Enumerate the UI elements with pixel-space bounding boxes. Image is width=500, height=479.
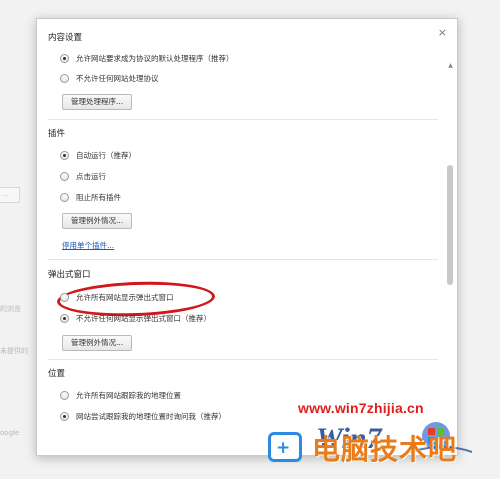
radio-location-ask[interactable]: 网站尝试跟踪我的地理位置时询问我（推荐）	[60, 411, 226, 422]
radio-plugins-auto[interactable]: 自动运行（推荐）	[60, 150, 136, 161]
radio-location-allow[interactable]: 允许所有网站跟踪我的地理位置	[60, 390, 181, 401]
radio-unchecked-icon[interactable]	[60, 74, 69, 83]
radio-unchecked-icon[interactable]	[60, 172, 69, 181]
radio-unchecked-icon[interactable]	[60, 293, 69, 302]
watermark-badge-icon: +	[268, 432, 302, 462]
content-settings-dialog: × ▲ ▼ 内容设置 允许网站要求成为协议的默认处理程序（推荐） 不允许任何网站…	[36, 18, 458, 456]
radio-label: 网站尝试跟踪我的地理位置时询问我（推荐）	[76, 412, 226, 421]
radio-label: 阻止所有插件	[76, 193, 121, 202]
background-text: 的浏览	[0, 305, 21, 313]
radio-unchecked-icon[interactable]	[60, 391, 69, 400]
watermark-site-name: 电脑技术吧	[312, 433, 458, 466]
disable-plugins-link[interactable]: 停用单个插件...	[62, 240, 114, 251]
background-text: oogle	[0, 429, 20, 437]
radio-label: 不允许任何网站处理协议	[76, 74, 159, 83]
manage-plugin-exceptions-button[interactable]: 管理例外情况...	[62, 213, 133, 229]
radio-popups-allow[interactable]: 允许所有网站显示弹出式窗口	[60, 292, 174, 303]
scroll-up-icon[interactable]: ▲	[446, 61, 455, 70]
background-text: 未提供的	[0, 347, 28, 355]
plus-icon: +	[276, 438, 291, 458]
divider	[48, 259, 438, 260]
radio-label: 不允许任何网站显示弹出式窗口（推荐）	[76, 314, 211, 323]
radio-label: 允许网站要求成为协议的默认处理程序（推荐）	[76, 54, 234, 63]
radio-plugins-block[interactable]: 阻止所有插件	[60, 192, 121, 203]
watermark-url: www.win7zhijia.cn	[298, 400, 424, 416]
radio-unchecked-icon[interactable]	[60, 193, 69, 202]
scrollbar-thumb[interactable]	[447, 165, 453, 285]
radio-label: 允许所有网站跟踪我的地理位置	[76, 391, 181, 400]
section-title-popups: 弹出式窗口	[48, 270, 91, 280]
radio-popups-block[interactable]: 不允许任何网站显示弹出式窗口（推荐）	[60, 313, 211, 324]
radio-label: 点击运行	[76, 172, 106, 181]
radio-checked-icon[interactable]	[60, 412, 69, 421]
divider	[48, 119, 438, 120]
section-title-location: 位置	[48, 369, 66, 379]
radio-checked-icon[interactable]	[60, 54, 69, 63]
radio-allow-handlers[interactable]: 允许网站要求成为协议的默认处理程序（推荐）	[60, 53, 234, 64]
radio-block-handlers[interactable]: 不允许任何网站处理协议	[60, 73, 159, 84]
radio-label: 允许所有网站显示弹出式窗口	[76, 293, 174, 302]
radio-label: 自动运行（推荐）	[76, 151, 136, 160]
scrollbar[interactable]: ▲ ▼	[446, 61, 455, 453]
manage-popup-exceptions-button[interactable]: 管理例外情况...	[62, 335, 133, 351]
manage-handlers-button[interactable]: 管理处理程序...	[62, 94, 133, 110]
divider	[48, 359, 438, 360]
close-icon[interactable]: ×	[438, 26, 447, 39]
radio-plugins-click[interactable]: 点击运行	[60, 171, 106, 182]
radio-checked-icon[interactable]	[60, 151, 69, 160]
section-title-plugins: 插件	[48, 129, 66, 139]
radio-checked-icon[interactable]	[60, 314, 69, 323]
section-title-handlers: 内容设置	[48, 33, 83, 43]
background-text: …	[2, 190, 9, 198]
